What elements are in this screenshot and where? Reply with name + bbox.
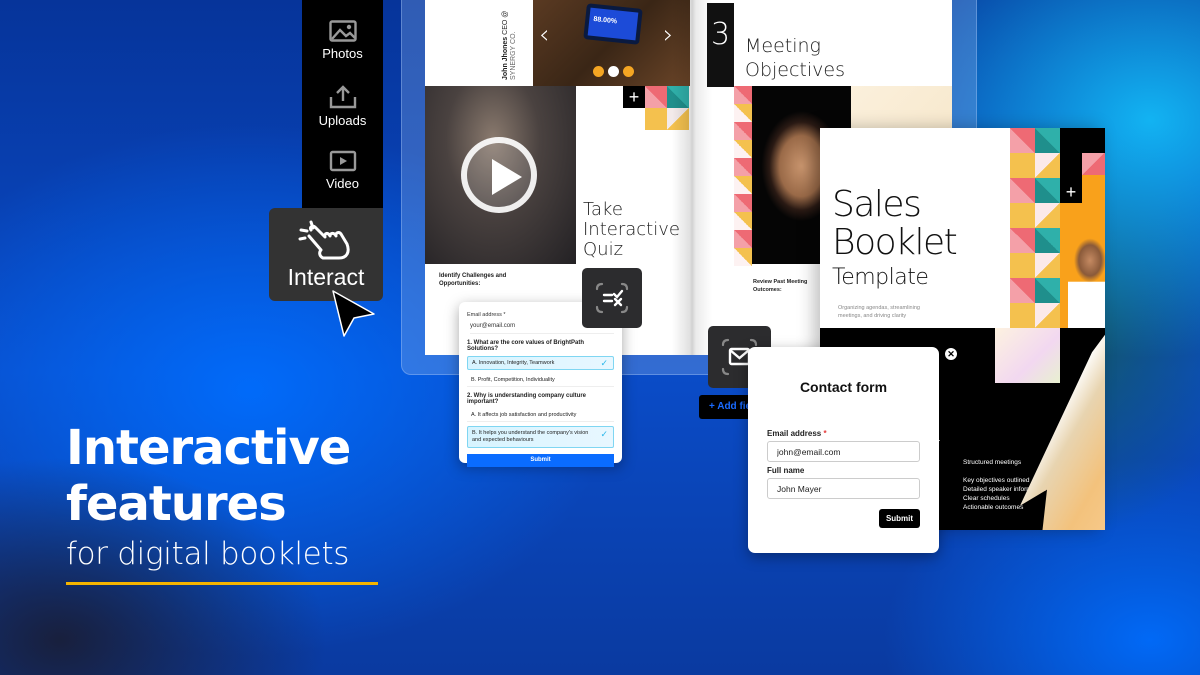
credit-company: SYNERGY CO. — [510, 31, 517, 81]
carousel-dot[interactable] — [593, 66, 604, 77]
booklet-spine — [672, 0, 712, 355]
tablet-image: 88.00% — [583, 3, 643, 45]
email-label: Email address * — [767, 429, 827, 438]
mosaic-tile — [1010, 228, 1035, 253]
quiz-option[interactable]: B. Profit, Competition, Individuality — [467, 374, 614, 387]
pattern-mosaic — [1010, 128, 1060, 328]
quiz-option-selected[interactable]: A. Innovation, Integrity, Teamwork ✓ — [467, 356, 614, 370]
contact-form-card: Contact form Email address * Full name S… — [748, 347, 939, 553]
image-carousel: 88.00% ‹ › — [533, 0, 690, 86]
carousel-prev-button[interactable]: ‹ — [539, 22, 549, 48]
quiz-element-button[interactable] — [582, 268, 642, 328]
mosaic-tile — [1010, 278, 1035, 303]
check-icon: ✓ — [600, 429, 608, 439]
sales-subtitle: Organizing agendas, streamlining meeting… — [838, 305, 920, 319]
mosaic-tile — [734, 104, 752, 122]
mosaic-tile — [1035, 203, 1060, 228]
mosaic-tile — [1035, 253, 1060, 278]
mosaic-tile — [1035, 153, 1060, 178]
mouse-cursor-icon — [332, 290, 375, 337]
toolbar-item-photos[interactable]: Photos — [302, 20, 383, 61]
quiz-option-selected[interactable]: B. It helps you understand the company's… — [467, 426, 614, 448]
list-heading: Structured meetings — [963, 459, 1022, 466]
mosaic-tile — [734, 212, 752, 230]
mosaic-tile — [1010, 178, 1035, 203]
headline-line-1: Interactive — [66, 420, 351, 476]
toolbar-item-label: Uploads — [318, 113, 367, 128]
headline-underline — [66, 582, 378, 585]
add-element-button[interactable]: + — [1060, 153, 1082, 203]
close-icon[interactable]: ✕ — [945, 348, 957, 360]
mosaic-tile — [734, 122, 752, 140]
list-item: Actionable outcomes — [963, 504, 1024, 511]
mosaic-tile — [645, 86, 667, 108]
toolbar-item-uploads[interactable]: Uploads — [302, 85, 383, 128]
credit-role: CEO @ — [502, 10, 509, 35]
hero-headline: Interactive features for digital booklet… — [66, 420, 378, 585]
page-caption: Review Past Meeting Outcomes: — [753, 279, 808, 293]
carousel-dots — [593, 66, 634, 77]
quiz-option[interactable]: A. It affects job satisfaction and produ… — [467, 409, 614, 422]
toolbar-item-label: Video — [325, 176, 359, 191]
full-name-input[interactable] — [767, 478, 920, 499]
section-title: Meeting Objectives — [745, 35, 845, 81]
mosaic-tile — [734, 140, 752, 158]
video-icon — [329, 150, 356, 172]
page-caption: Identify Challenges and Opportunities: — [439, 273, 507, 287]
name-label: Full name — [767, 466, 805, 475]
credit-name: John Jhones — [502, 36, 509, 80]
mosaic-tile — [734, 86, 752, 104]
pattern-strip — [734, 86, 752, 266]
video-thumbnail[interactable] — [425, 86, 576, 264]
check-icon: ✓ — [600, 358, 608, 368]
contact-submit-button[interactable]: Submit — [879, 509, 920, 528]
quiz-heading: Take Interactive Quiz — [583, 199, 680, 260]
media-toolbar: Photos Uploads Video — [302, 0, 383, 208]
add-element-button[interactable]: + — [623, 86, 645, 108]
image-icon — [328, 20, 357, 42]
quiz-checklist-icon — [595, 282, 629, 314]
quiz-question-1: 1. What are the core values of BrightPat… — [467, 340, 585, 352]
carousel-dot[interactable] — [623, 66, 634, 77]
mosaic-tile — [734, 230, 752, 248]
play-button-icon[interactable] — [461, 137, 537, 213]
image-placeholder — [995, 328, 1060, 383]
mosaic-tile — [1035, 228, 1060, 253]
toolbar-item-video[interactable]: Video — [302, 150, 383, 191]
mosaic-tile — [1035, 278, 1060, 303]
mosaic-tile — [734, 194, 752, 212]
mosaic-tile — [1010, 303, 1035, 328]
mosaic-tile — [1035, 303, 1060, 328]
upload-icon — [329, 85, 356, 109]
mosaic-tile — [1010, 128, 1035, 153]
mosaic-tile — [1010, 203, 1035, 228]
sales-title: Sales Booklet Template — [832, 184, 958, 291]
author-credit: John Jhones CEO @ SYNERGY CO. — [502, 6, 517, 80]
email-input[interactable] — [767, 441, 920, 462]
headline-line-2: features — [66, 476, 287, 532]
carousel-dot-active[interactable] — [608, 66, 619, 77]
mosaic-tile — [1010, 153, 1035, 178]
contact-form-title: Contact form — [799, 379, 888, 395]
mosaic-tile — [645, 108, 667, 130]
mosaic-tile — [734, 248, 752, 266]
interact-label: Interact — [287, 264, 365, 290]
tap-hand-icon — [298, 220, 350, 260]
quiz-question-2: 2. Why is understanding company culture … — [467, 393, 587, 405]
mosaic-tile — [1035, 178, 1060, 203]
mosaic-tile — [734, 176, 752, 194]
toolbar-item-label: Photos — [322, 46, 363, 61]
quiz-submit-button[interactable]: Submit — [467, 454, 614, 467]
portrait-photo[interactable] — [1068, 224, 1105, 328]
mosaic-tile — [1035, 128, 1060, 153]
headline-subline: for digital booklets — [66, 536, 350, 572]
mosaic-tile — [1010, 253, 1035, 278]
mosaic-tile — [734, 158, 752, 176]
